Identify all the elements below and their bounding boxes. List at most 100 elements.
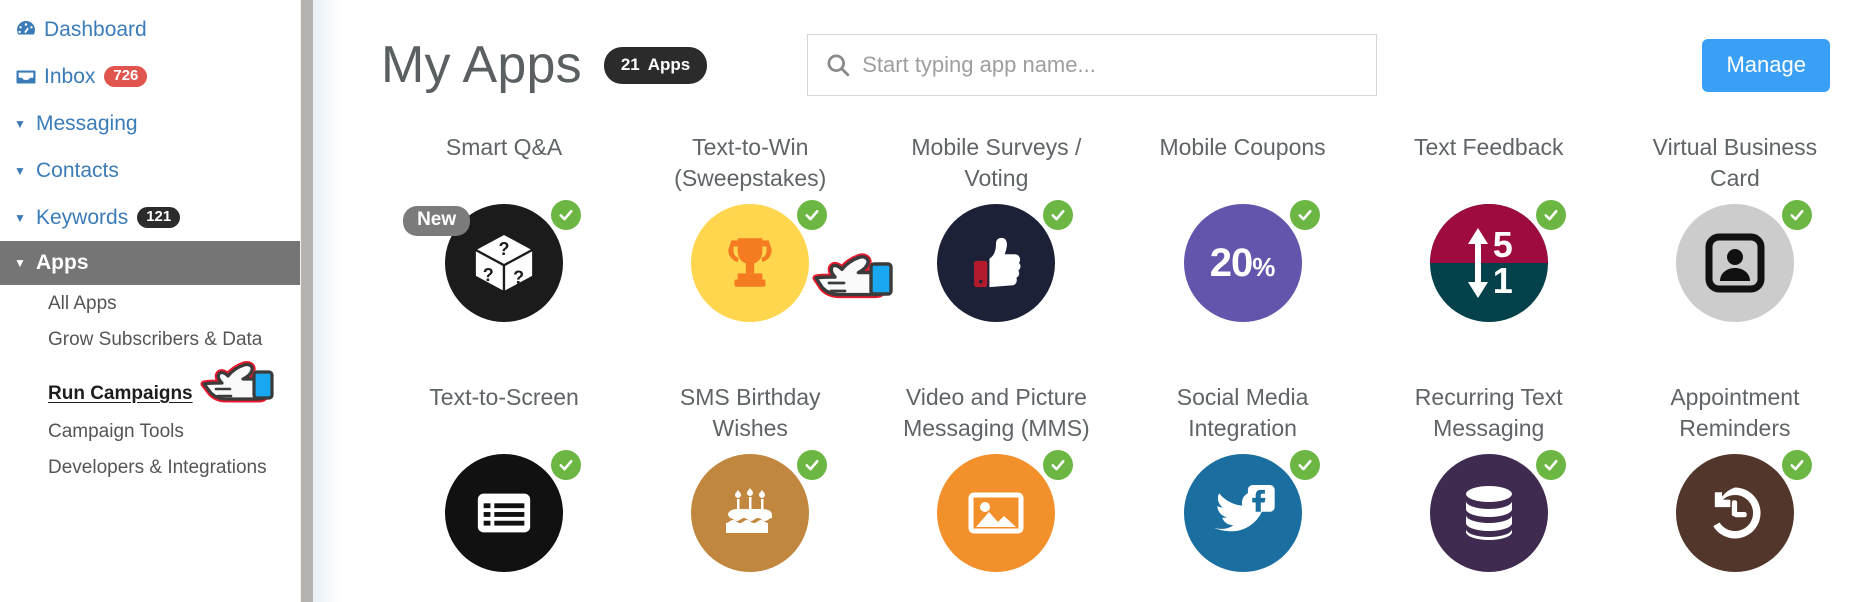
app-tile-sms-birthday-wishes[interactable]: SMS Birthday Wishes (627, 380, 873, 602)
enabled-check-icon (1289, 450, 1320, 480)
keywords-count-badge: 121 (137, 206, 181, 229)
app-tile-mobile-coupons[interactable]: Mobile Coupons 20% (1120, 130, 1366, 380)
feedback-bottom-value: 1 (1492, 260, 1513, 301)
app-tile-text-feedback[interactable]: Text Feedback 5 1 (1366, 130, 1612, 380)
sidebar-subitem-grow-subscribers-data[interactable]: Grow Subscribers & Data (0, 323, 300, 375)
trophy-icon (691, 204, 810, 322)
app-icon-wrap[interactable]: New ? ? ? (403, 200, 582, 322)
feedback-top-value: 5 (1492, 224, 1513, 265)
app-tile-mobile-surveys-voting[interactable]: Mobile Surveys / Voting (873, 130, 1119, 380)
sidebar-subitem-all-apps[interactable]: All Apps (0, 285, 300, 323)
new-badge: New (403, 206, 471, 236)
app-tile-video-picture-messaging[interactable]: Video and Picture Messaging (MMS) (873, 380, 1119, 602)
enabled-check-icon (1781, 200, 1812, 230)
app-name: Text-to-Win (Sweepstakes) (674, 134, 827, 191)
enabled-check-icon (551, 450, 582, 480)
chevron-down-icon: ▼ (14, 210, 26, 225)
dashboard-icon (14, 18, 44, 42)
sidebar-subitem-developers-integrations[interactable]: Developers & Integrations (0, 451, 300, 503)
search-container (807, 34, 1378, 96)
app-name: Social Media Integration (1176, 384, 1309, 441)
chevron-down-icon: ▼ (14, 163, 26, 178)
twitter-facebook-icon (1183, 454, 1302, 572)
app-tile-smart-qa[interactable]: Smart Q&A New ? ? ? (381, 130, 627, 380)
sidebar-item-contacts[interactable]: ▼ Contacts (0, 147, 300, 194)
sidebar-scrollbar-thumb[interactable] (301, 0, 313, 602)
sidebar: Dashboard Inbox 726 ▼ Messaging ▼ Contac… (0, 0, 300, 602)
app-tile-virtual-business-card[interactable]: Virtual Business Card (1612, 130, 1858, 380)
chevron-down-icon: ▼ (14, 256, 26, 270)
search-input[interactable] (862, 52, 1377, 78)
sidebar-item-inbox[interactable]: Inbox 726 (0, 53, 300, 100)
inbox-count-badge: 726 (104, 65, 148, 88)
sidebar-item-apps[interactable]: ▼ Apps (0, 241, 300, 285)
database-icon (1429, 454, 1548, 572)
search-icon (824, 51, 852, 79)
app-icon-wrap[interactable] (937, 450, 1074, 572)
app-icon-wrap[interactable]: 5 1 (1429, 200, 1566, 322)
app-name: Recurring Text Messaging (1414, 384, 1563, 441)
history-clock-icon (1675, 454, 1794, 572)
enabled-check-icon (1781, 450, 1812, 480)
feedback-arrows-icon: 5 1 (1429, 204, 1548, 322)
enabled-check-icon (797, 450, 828, 480)
coupon-number: 20 (1209, 240, 1253, 285)
sidebar-subitem-campaign-tools[interactable]: Campaign Tools (0, 413, 300, 451)
enabled-check-icon (1289, 200, 1320, 230)
app-count-word: Apps (647, 54, 691, 74)
sidebar-item-label: Dashboard (44, 17, 147, 41)
app-icon-wrap[interactable] (691, 200, 828, 322)
inbox-icon (14, 65, 44, 89)
app-tile-text-to-win[interactable]: Text-to-Win (Sweepstakes) (627, 130, 873, 380)
enabled-check-icon (1535, 200, 1566, 230)
app-icon-wrap[interactable] (1429, 450, 1566, 572)
svg-text:?: ? (483, 265, 494, 285)
app-name: Virtual Business Card (1652, 134, 1818, 191)
sidebar-item-label: Contacts (36, 158, 119, 182)
svg-text:?: ? (513, 267, 524, 287)
app-icon-wrap[interactable] (1675, 450, 1812, 572)
screen-list-icon (445, 454, 564, 572)
app-tile-recurring-text-messaging[interactable]: Recurring Text Messaging (1366, 380, 1612, 602)
sidebar-item-label: Messaging (36, 111, 138, 135)
sidebar-item-keywords[interactable]: ▼ Keywords 121 (0, 194, 300, 241)
app-icon-wrap[interactable] (445, 450, 582, 572)
sidebar-item-label: Apps (36, 251, 89, 274)
enabled-check-icon (1043, 450, 1074, 480)
app-name: Text Feedback (1413, 134, 1564, 160)
sidebar-item-messaging[interactable]: ▼ Messaging (0, 100, 300, 147)
app-name: SMS Birthday Wishes (679, 384, 821, 441)
enabled-check-icon (1043, 200, 1074, 230)
page-title: My Apps (381, 36, 582, 94)
app-icon-wrap[interactable]: 20% (1183, 200, 1320, 322)
page-header: My Apps 21 Apps Manage (381, 0, 1868, 130)
app-count-badge: 21 Apps (603, 46, 708, 84)
chevron-down-icon: ▼ (14, 116, 26, 131)
enabled-check-icon (797, 200, 828, 230)
app-name: Appointment Reminders (1670, 384, 1800, 441)
content-panel-edge (313, 0, 341, 602)
sidebar-item-label: Keywords (36, 205, 129, 229)
sidebar-item-dashboard[interactable]: Dashboard (0, 6, 300, 53)
app-icon-wrap[interactable] (1183, 450, 1320, 572)
sidebar-subitem-label: Run Campaigns (48, 383, 193, 404)
sidebar-subitem-label: Campaign Tools (48, 421, 184, 442)
app-tile-social-media-integration[interactable]: Social Media Integration (1120, 380, 1366, 602)
app-tile-appointment-reminders[interactable]: Appointment Reminders (1612, 380, 1858, 602)
enabled-check-icon (1535, 450, 1566, 480)
sidebar-subitem-label: All Apps (48, 293, 117, 314)
percent-20-icon: 20% (1183, 204, 1302, 322)
sidebar-subitem-run-campaigns[interactable]: Run Campaigns (0, 375, 300, 413)
app-icon-wrap[interactable] (1675, 200, 1812, 322)
app-icon-wrap[interactable] (937, 200, 1074, 322)
coupon-unit: % (1252, 251, 1276, 282)
app-icon-wrap[interactable] (691, 450, 828, 572)
app-tile-text-to-screen[interactable]: Text-to-Screen (381, 380, 627, 602)
app-count-number: 21 (620, 54, 640, 74)
app-name: Smart Q&A (445, 134, 563, 160)
svg-text:?: ? (499, 239, 510, 259)
image-icon (937, 454, 1056, 572)
search-box[interactable] (807, 34, 1378, 96)
manage-button[interactable]: Manage (1702, 38, 1830, 92)
thumbs-up-icon (937, 204, 1056, 322)
